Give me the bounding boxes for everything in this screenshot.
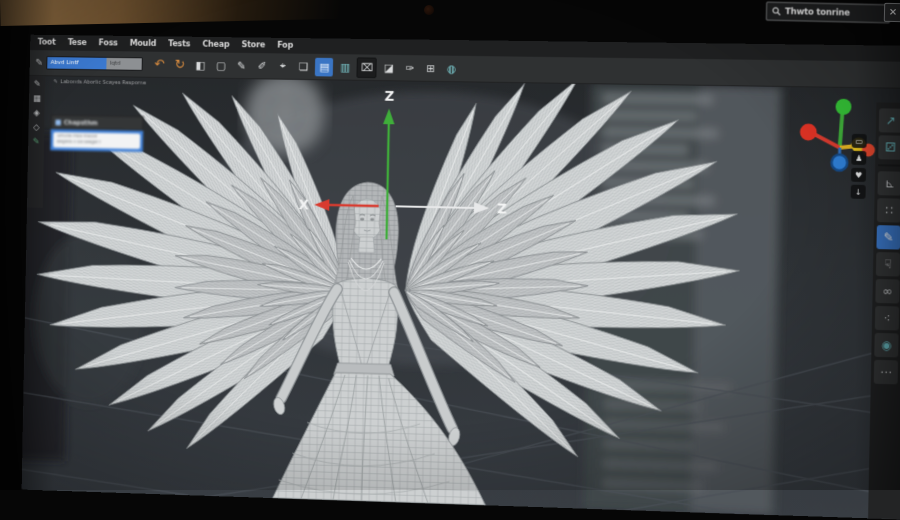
suggestion-card[interactable]: Smude mba frieddf Begens o ba seeger f xyxy=(53,132,140,149)
gizmo-left-label: X xyxy=(299,197,310,213)
point-down-icon[interactable]: ☟ xyxy=(876,252,900,276)
left-tool-rail: ✎ ▦ ◈ ◇ ✎ xyxy=(27,76,45,208)
frame-icon[interactable]: ▢ xyxy=(212,56,230,75)
monitor-screen: Toot Tese Foss Mould Tests Cheap Store F… xyxy=(22,35,900,520)
render-view-icon[interactable]: ◪ xyxy=(380,58,398,77)
snap-grid-icon[interactable]: ∷ xyxy=(877,198,900,222)
name-field-rest-text: Iqtd xyxy=(107,58,142,70)
close-button[interactable]: × xyxy=(884,3,900,22)
green-pen-icon[interactable]: ✎ xyxy=(33,138,40,147)
desk-edge xyxy=(0,0,340,26)
dice-icon[interactable]: ⚂ xyxy=(878,135,900,159)
tag-pen-icon[interactable]: ✐ xyxy=(253,56,271,75)
panel-selection[interactable]: Smude mba frieddf Begens o ba seeger f xyxy=(50,129,143,152)
gizmo-right-label: Z xyxy=(497,201,507,217)
name-field-selected-text: Abvd Lintf xyxy=(48,57,107,69)
menu-item[interactable]: Tese xyxy=(68,38,87,48)
menu-item[interactable]: Store xyxy=(242,40,266,50)
poly-diamond-icon-2[interactable]: ◇ xyxy=(33,124,40,133)
scatter-icon[interactable]: ⁖ xyxy=(875,306,899,331)
axis-ball-red[interactable] xyxy=(800,124,817,141)
move-axis-icon[interactable]: ↗ xyxy=(879,108,900,132)
sphere-icon[interactable]: ◉ xyxy=(874,333,898,358)
menu-item[interactable]: Toot xyxy=(38,38,56,48)
name-field[interactable]: Abvd Lintf Iqtd xyxy=(47,56,143,71)
grid-icon[interactable]: ▦ xyxy=(33,95,41,104)
cube-group-icon[interactable]: ⊞ xyxy=(421,59,439,78)
level-icon[interactable]: ⊾ xyxy=(877,171,900,195)
trash-icon[interactable]: ⌧ xyxy=(357,57,377,78)
lock-icon[interactable]: ◧ xyxy=(191,56,209,75)
arrow-down-pill-icon[interactable]: ↓ xyxy=(851,185,866,199)
3d-viewport[interactable]: Z X Z ✎ Labonds Aborlic Scayes Resporn xyxy=(22,76,900,520)
viewport-scene: Z X Z xyxy=(22,76,900,520)
search-icon xyxy=(772,7,781,16)
menu-item[interactable]: Cheap xyxy=(202,40,229,50)
viewport-side-icons: ▭ ♟ ♥ ↓ xyxy=(851,134,867,199)
edit-pencil-icon: ✎ xyxy=(35,57,43,68)
panel-header[interactable]: Chapsthm xyxy=(51,115,144,131)
toolbar-icons: ↶ ↻ ◧ ▢ ✎ ✐ ⌖ ❏ ▤ ▥ ⌧ ◪ ✑ ⊞ ◍ xyxy=(150,54,461,79)
more-icon[interactable]: ⋯ xyxy=(874,360,898,385)
undo-icon[interactable]: ↶ xyxy=(150,55,168,74)
pen-icon[interactable]: ✎ xyxy=(232,56,250,75)
status-icon: ✎ xyxy=(53,79,57,85)
search-box[interactable]: Thwto tonrine xyxy=(766,2,890,24)
draw-tool-icon[interactable]: ✎ xyxy=(876,225,900,249)
menu-item[interactable]: Fop xyxy=(277,41,293,51)
left-floating-panel: Chapsthm Smude mba frieddf Begens o ba s… xyxy=(50,115,143,152)
panel-header-icon xyxy=(55,119,61,125)
add-sphere-icon[interactable]: ◍ xyxy=(442,59,461,78)
suggestion-row[interactable]: Begens o ba seeger f xyxy=(57,140,137,147)
toolbar-left-group: ✎ Abvd Lintf Iqtd xyxy=(30,56,151,71)
frame-pill-icon[interactable]: ▭ xyxy=(852,134,867,148)
poly-diamond-icon[interactable]: ◈ xyxy=(33,110,40,119)
webcam-dot xyxy=(424,5,434,15)
axis-ball-green[interactable] xyxy=(835,99,851,115)
menu-item[interactable]: Foss xyxy=(99,38,118,48)
heart-pill-icon[interactable]: ♥ xyxy=(851,168,866,182)
gizmo-up-label: Z xyxy=(384,89,394,105)
edit-pen-icon[interactable]: ✎ xyxy=(34,81,41,90)
menu-item[interactable]: Tests xyxy=(168,39,190,49)
folder-icon[interactable]: ▤ xyxy=(315,57,333,76)
person-pill-icon[interactable]: ♟ xyxy=(851,151,866,165)
duplicate-icon[interactable]: ❏ xyxy=(294,57,312,76)
search-query-text[interactable]: Thwto tonrine xyxy=(785,7,850,18)
zoom-select-icon[interactable]: ⌖ xyxy=(274,57,292,76)
menu-item[interactable]: Mould xyxy=(130,39,157,49)
axis-ball-blue[interactable] xyxy=(831,154,847,170)
link-icon[interactable]: ∞ xyxy=(875,279,899,304)
rail-separator xyxy=(878,164,900,166)
display-icon[interactable]: ▥ xyxy=(336,58,354,77)
panel-header-text: Chapsthm xyxy=(64,118,98,126)
redo-icon[interactable]: ↻ xyxy=(171,55,189,74)
brush-icon[interactable]: ✑ xyxy=(401,58,419,77)
